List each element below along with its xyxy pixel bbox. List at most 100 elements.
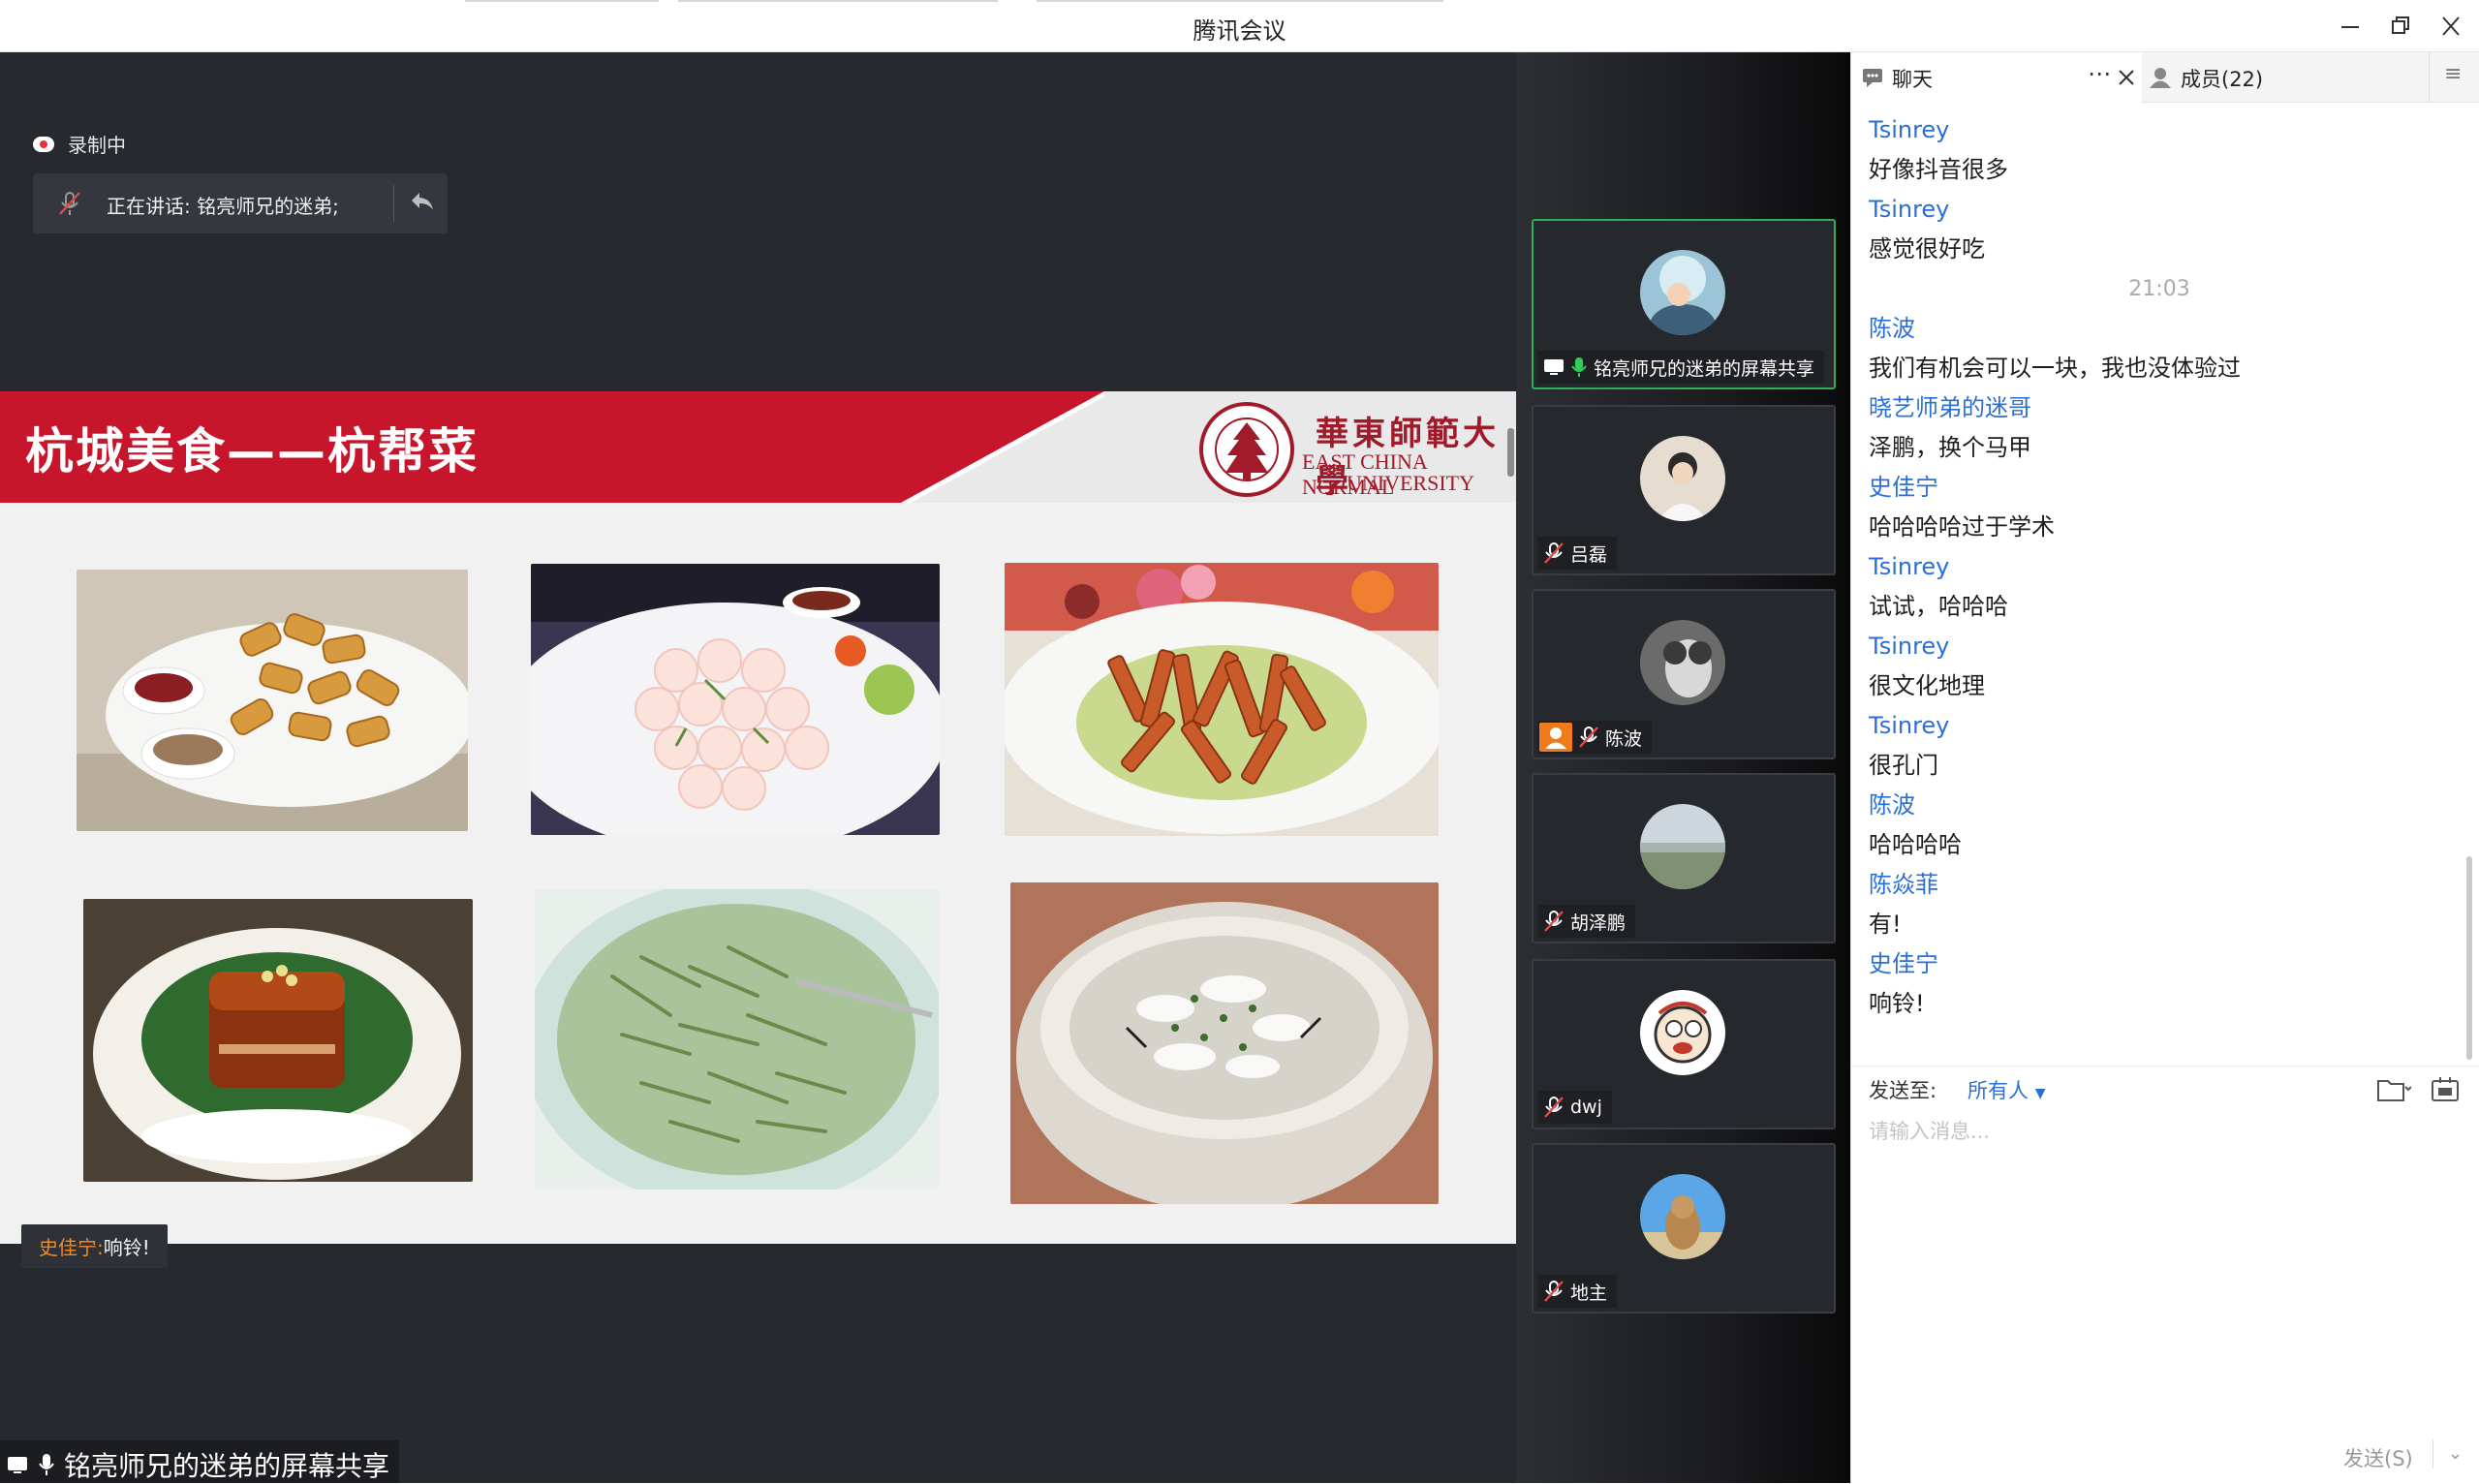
send-button[interactable]: 发送(S) (2343, 1443, 2413, 1472)
stage-resize-handle[interactable] (1507, 428, 1514, 477)
participant-name-tag: 地主 (1537, 1275, 1618, 1308)
mic-muted-icon (1544, 1097, 1564, 1118)
message-sender[interactable]: Tsinrey (1869, 190, 2450, 230)
message-text: 好像抖音很多 (1869, 156, 2008, 183)
caption-text: 响铃! (103, 1236, 150, 1259)
participant-tile[interactable]: 地主 (1532, 1143, 1836, 1314)
message-sender[interactable]: Tsinrey (1869, 706, 2450, 746)
participant-name: dwj (1570, 1097, 1602, 1118)
minimize-button[interactable] (2331, 10, 2370, 43)
folder-icon[interactable] (2376, 1075, 2411, 1104)
participant-tile[interactable]: 陈波 (1532, 589, 1836, 759)
mic-muted-icon[interactable] (56, 189, 83, 218)
restore-button[interactable] (2381, 10, 2420, 43)
food-photo-fried-rolls (77, 570, 468, 831)
message-text: 哈哈哈哈过于学术 (1869, 513, 2055, 541)
participant-tile[interactable]: 吕磊 (1532, 405, 1836, 575)
send-to-label: 发送至: (1869, 1079, 1937, 1102)
food-photo-shrimp (531, 564, 940, 835)
message-sender[interactable]: 晓艺师弟的迷哥 (1869, 388, 2450, 428)
tab-members-label: 成员(22) (2181, 68, 2264, 91)
title-accent-line (1037, 0, 1443, 2)
message-sender[interactable]: 陈波 (1869, 309, 2450, 349)
reply-icon (412, 193, 433, 210)
avatar (1640, 436, 1725, 521)
message-sender[interactable]: Tsinrey (1869, 627, 2450, 666)
participant-list: 铭亮师兄的迷弟的屏幕共享 吕磊 陈波 胡泽鹏 dwj 地主 (1516, 52, 1850, 1483)
food-photo-bamboo-shoots (1005, 563, 1439, 836)
send-to-dropdown[interactable]: 所有人 ▼ (1968, 1075, 2045, 1104)
participant-name: 陈波 (1605, 727, 1643, 750)
speaking-bar: 正在讲话: 铭亮师兄的迷弟; (33, 173, 448, 233)
participant-name-tag: 陈波 (1537, 721, 1653, 754)
restore-icon (2392, 16, 2409, 34)
message-input[interactable]: 请输入消息... (1869, 1116, 1990, 1145)
screen-share-icon (1544, 359, 1564, 375)
message-text: 泽鹏，换个马甲 (1869, 434, 2031, 461)
participant-tile[interactable]: 胡泽鹏 (1532, 773, 1836, 943)
message-sender[interactable]: Tsinrey (1869, 547, 2450, 587)
chevron-down-icon[interactable]: ⌄ (2448, 1443, 2463, 1464)
message-sender[interactable]: 史佳宁 (1869, 468, 2450, 508)
caption-speaker: 史佳宁: (39, 1236, 104, 1259)
panel-tabs: 聊天 ⋯ 成员(22) ≡ (1851, 52, 2479, 103)
food-photo-dongpo-pork (83, 899, 473, 1182)
title-accent-line (465, 0, 659, 2)
more-options-icon[interactable]: ⋯ (2088, 60, 2111, 87)
participant-name: 胡泽鹏 (1570, 912, 1627, 934)
tab-chat[interactable]: 聊天 ⋯ (1851, 52, 2142, 103)
divider (2429, 52, 2430, 103)
recording-label: 录制中 (68, 134, 126, 157)
tab-chat-label: 聊天 (1892, 68, 1933, 91)
shared-screen-stage: 录制中 正在讲话: 铭亮师兄的迷弟; 杭城美食——杭帮菜 華東師範大學 EAST… (0, 52, 1516, 1483)
message-text: 我们有机会可以一块，我也没体验过 (1869, 355, 2241, 382)
speaking-text: 正在讲话: 铭亮师兄的迷弟; (107, 195, 339, 218)
mic-on-icon (39, 1454, 54, 1475)
divider (393, 185, 394, 222)
participant-name-tag: 吕磊 (1537, 537, 1618, 570)
window-title: 腾讯会议 (1193, 17, 1286, 45)
message-text: 很孔门 (1869, 752, 1938, 779)
close-chat-icon[interactable] (2117, 68, 2136, 87)
participant-name-tag: 铭亮师兄的迷弟的屏幕共享 (1537, 351, 1825, 384)
avatar (1640, 250, 1725, 335)
close-icon (2442, 16, 2460, 36)
message-sender[interactable]: Tsinrey (1869, 110, 2450, 150)
divider (1851, 1066, 2479, 1067)
recording-indicator: 录制中 (33, 130, 126, 158)
university-name-en-2: UNIVERSITY (1347, 471, 1474, 495)
announcement-icon[interactable] (2429, 1075, 2464, 1104)
avatar (1640, 990, 1725, 1075)
participant-name: 地主 (1570, 1282, 1608, 1304)
message-text: 响铃! (1869, 990, 1925, 1017)
participant-name: 铭亮师兄的迷弟的屏幕共享 (1594, 357, 1815, 380)
chat-messages: Tsinrey 好像抖音很多 Tsinrey 感觉很好吃 21:03 陈波 我们… (1869, 110, 2450, 1024)
caret-down-icon: ▼ (2034, 1086, 2046, 1101)
slide-title: 杭城美食——杭帮菜 (25, 423, 479, 479)
chat-panel: 聊天 ⋯ 成员(22) ≡ Tsinrey 好像抖音很多 Tsinrey 感觉很… (1850, 52, 2479, 1483)
reply-button[interactable] (406, 187, 439, 220)
minimize-icon (2341, 26, 2359, 28)
mic-on-icon (1571, 357, 1587, 377)
message-sender[interactable]: 陈焱菲 (1869, 865, 2450, 905)
participant-name-tag: 胡泽鹏 (1537, 905, 1636, 938)
participant-tile[interactable]: dwj (1532, 959, 1836, 1129)
chat-scrollbar[interactable] (2466, 856, 2472, 1060)
message-sender[interactable]: 史佳宁 (1869, 944, 2450, 984)
send-to-value: 所有人 (1968, 1079, 2029, 1102)
chat-bubble-icon (1863, 69, 1882, 87)
mic-muted-icon (1544, 542, 1564, 564)
message-text: 有! (1869, 911, 1902, 938)
screen-share-label: 铭亮师兄的迷弟的屏幕共享 (0, 1440, 400, 1483)
message-text: 哈哈哈哈 (1869, 831, 1962, 858)
message-text: 感觉很好吃 (1869, 235, 1985, 263)
message-sender[interactable]: 陈波 (1869, 786, 2450, 825)
slide-header: 杭城美食——杭帮菜 華東師範大學 EAST CHINA NORMAL UNIVE… (0, 391, 1516, 503)
members-icon (2150, 68, 2171, 88)
university-seal-icon (1199, 402, 1294, 497)
participant-tile[interactable]: 铭亮师兄的迷弟的屏幕共享 (1532, 219, 1836, 389)
close-button[interactable] (2432, 10, 2470, 43)
menu-icon[interactable]: ≡ (2444, 62, 2462, 86)
participant-name: 吕磊 (1570, 543, 1608, 566)
host-badge (1539, 723, 1572, 752)
